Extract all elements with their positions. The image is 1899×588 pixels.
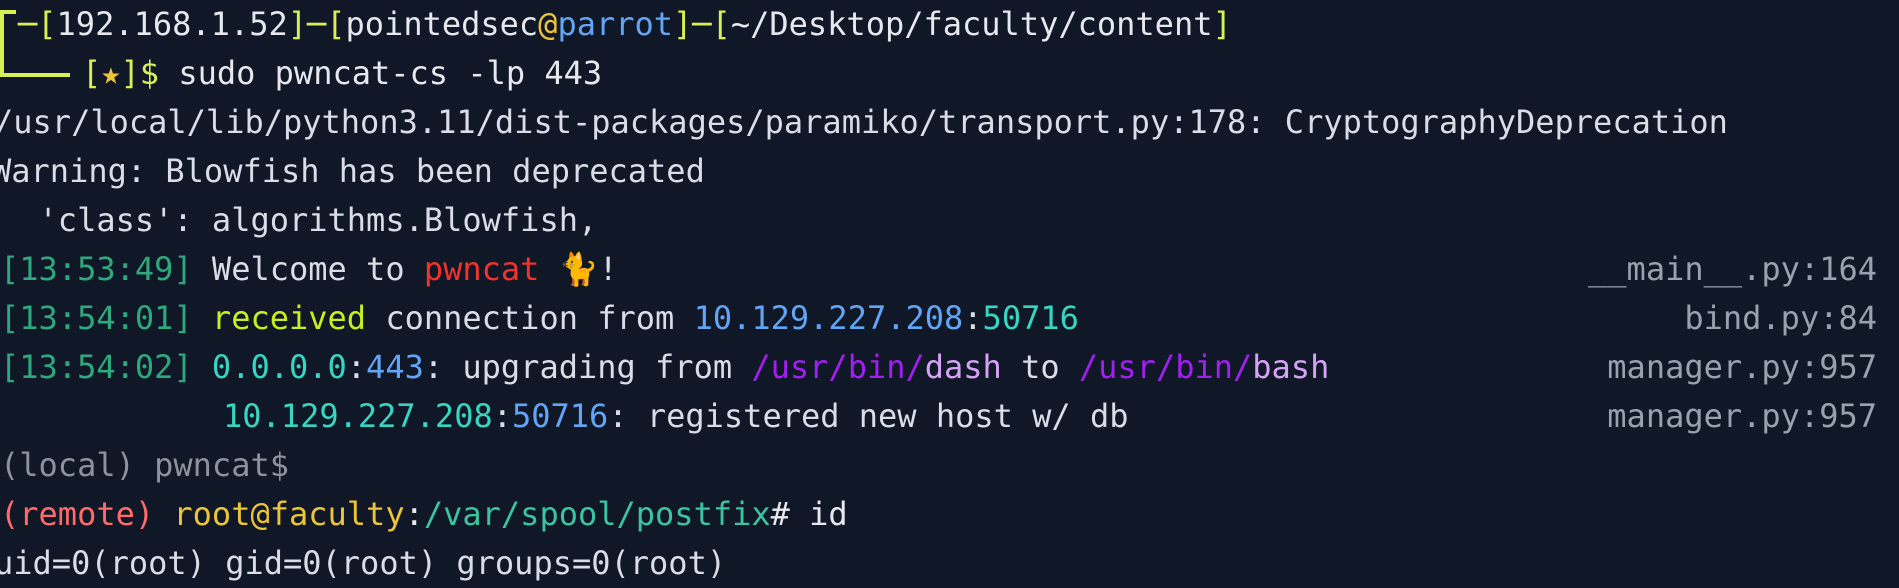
log-text: ! — [598, 250, 618, 288]
prompt-cwd: ~/Desktop/faculty/content — [730, 5, 1213, 43]
log-source: manager.py:957 — [1607, 397, 1877, 435]
log-row: 10.129.227.208:50716: registered new hos… — [0, 392, 1899, 441]
log-text: : upgrading from — [423, 348, 752, 386]
warning-line: /usr/local/lib/python3.11/dist-packages/… — [0, 103, 1728, 141]
log-path: /usr/bin/ — [1078, 348, 1253, 386]
log-text: to — [1001, 348, 1079, 386]
log-keyword: received — [211, 299, 367, 337]
log-text: connection from — [366, 299, 694, 337]
command-output: uid=0(root) gid=0(root) groups=0(root) — [0, 544, 727, 582]
remote-prompt-line[interactable]: (remote) root@faculty:/var/spool/postfix… — [0, 490, 1899, 539]
log-timestamp: [13:53:49] — [0, 250, 193, 288]
log-text: Welcome to — [211, 250, 424, 288]
prompt-bracket: [ — [82, 54, 102, 92]
terminal-window[interactable]: ─[192.168.1.52]─[pointedsec@parrot]─[~/D… — [0, 0, 1899, 587]
prompt-host: parrot — [557, 5, 674, 43]
prompt-bracket: ─[ — [18, 5, 57, 43]
log-text: : registered new host w/ db — [608, 397, 1129, 435]
log-ip: 0.0.0.0 — [211, 348, 347, 386]
log-row: [13:53:49] Welcome to pwncat 🐈! __main__.… — [0, 245, 1899, 294]
prompt-ip: 192.168.1.52 — [56, 5, 288, 43]
log-port: 50716 — [511, 397, 609, 435]
log-port: 443 — [366, 348, 424, 386]
typed-command: sudo pwncat-cs -lp 443 — [178, 54, 603, 92]
log-binary: dash — [924, 348, 1002, 386]
log-ip: 10.129.227.208 — [223, 397, 493, 435]
local-prompt: (local) pwncat$ — [0, 446, 289, 484]
prompt-user: pointedsec — [345, 5, 539, 43]
star-icon: ★ — [101, 54, 121, 92]
warning-line: 'class': algorithms.Blowfish, — [0, 201, 598, 239]
log-source: bind.py:84 — [1684, 299, 1877, 337]
prompt-header-line: ─[192.168.1.52]─[pointedsec@parrot]─[~/D… — [18, 0, 1899, 49]
prompt-frame-top — [0, 10, 16, 60]
log-colon: : — [492, 397, 512, 435]
log-source: manager.py:957 — [1607, 348, 1877, 386]
warning-line: Warning: Blowfish has been deprecated — [0, 152, 705, 190]
remote-colon: : — [404, 495, 424, 533]
prompt-frame-bottom — [0, 55, 70, 77]
prompt-bracket: ] — [1212, 5, 1232, 43]
remote-path: /var/spool/postfix — [423, 495, 771, 533]
prompt-dollar: $ — [139, 54, 160, 92]
log-row: [13:54:02] 0.0.0.0:443: upgrading from /… — [0, 343, 1899, 392]
remote-user-host: root@faculty — [173, 495, 405, 533]
log-binary: bash — [1252, 348, 1330, 386]
cat-icon: 🐈 — [558, 250, 599, 288]
log-path: /usr/bin/ — [751, 348, 925, 386]
prompt-bracket: ]─[ — [673, 5, 731, 43]
remote-tag: (remote) — [0, 495, 155, 533]
log-timestamp: [13:54:02] — [0, 348, 193, 386]
prompt-at: @ — [538, 5, 558, 43]
pwncat-name: pwncat — [423, 250, 540, 288]
log-ip: 10.129.227.208 — [693, 299, 964, 337]
log-timestamp: [13:54:01] — [0, 299, 193, 337]
log-port: 50716 — [982, 299, 1079, 337]
command-line: [★]$ sudo pwncat-cs -lp 443 — [82, 49, 1899, 98]
prompt-bracket: ] — [120, 54, 140, 92]
log-colon: : — [346, 348, 367, 386]
prompt-bracket: ]─[ — [287, 5, 346, 43]
remote-hash: # — [770, 495, 790, 533]
log-colon: : — [963, 299, 983, 337]
remote-command: id — [789, 495, 848, 533]
log-row: [13:54:01] received connection from 10.1… — [0, 294, 1899, 343]
log-source: __main__.py:164 — [1588, 250, 1877, 288]
